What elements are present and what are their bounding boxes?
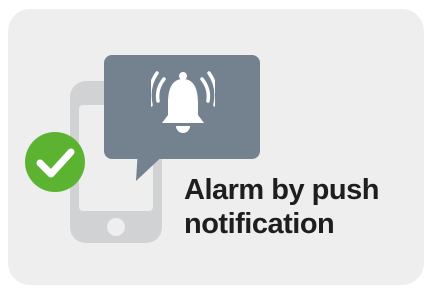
feature-caption: Alarm by push notification <box>184 173 420 241</box>
feature-card: Alarm by push notification <box>8 9 424 285</box>
caption-line-1: Alarm by push <box>184 174 379 206</box>
check-circle-icon <box>25 132 85 192</box>
caption-line-2: notification <box>184 208 335 240</box>
ringing-bell-icon <box>151 71 215 133</box>
